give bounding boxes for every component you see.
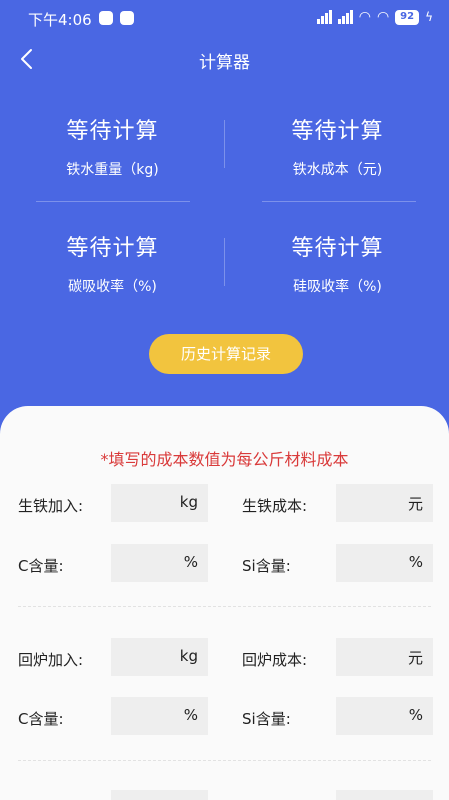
history-button[interactable]: 历史计算记录 [149,334,303,374]
notification-app-icon [99,11,113,25]
section-divider [18,760,431,761]
nav-bar: 计算器 [0,40,449,80]
unit-label: 元 [407,495,423,513]
pig-iron-carbon-label: C含量: [18,557,64,575]
result-value: 等待计算 [291,236,384,261]
result-carbon-absorption: 等待计算 碳吸收率（%) [0,230,225,296]
status-indicators: ◠ ◠ 92 ϟ [316,9,433,25]
unit-label: kg [179,493,198,511]
pig-iron-cost-label: 生铁成本: [242,497,308,515]
return-scrap-cost-input[interactable]: 元 [336,638,433,676]
pig-iron-carbon-input[interactable]: % [111,544,208,582]
notification-app-icon [120,11,134,25]
status-bar: 下午4:06 ◠ ◠ 92 ϟ [0,0,449,36]
pig-iron-silicon-label: Si含量: [242,557,291,575]
charging-icon: ϟ [425,10,433,24]
wifi-icon: ◠ [358,9,371,25]
wifi-icon: ◠ [376,9,390,25]
return-scrap-amount-label: 回炉加入: [18,651,84,669]
unit-label: kg [179,647,198,665]
battery-icon: 92 [395,9,420,25]
divider [224,120,225,168]
return-scrap-carbon-input[interactable]: % [111,697,208,735]
divider [262,201,416,202]
pig-iron-cost-input[interactable]: 元 [336,484,433,522]
result-silicon-absorption: 等待计算 硅吸收率（%) [225,230,449,296]
result-value: 等待计算 [66,119,159,144]
result-label: 铁水重量（kg) [66,162,159,178]
result-iron-cost: 等待计算 铁水成本（元) [225,113,449,179]
return-scrap-amount-input[interactable]: kg [111,638,208,676]
pig-iron-silicon-input[interactable]: % [336,544,433,582]
next-row-input[interactable] [111,790,208,800]
result-label: 铁水成本（元) [292,162,383,178]
divider [36,201,190,202]
return-scrap-silicon-label: Si含量: [242,710,291,728]
result-iron-weight: 等待计算 铁水重量（kg) [0,113,225,179]
result-value: 等待计算 [66,236,159,261]
result-label: 碳吸收率（%) [68,279,157,295]
header-panel: 下午4:06 ◠ ◠ 92 ϟ 计算器 等待计算 铁水重量（kg) 等待计算 铁… [0,0,449,440]
unit-label: % [408,553,423,571]
return-scrap-carbon-label: C含量: [18,710,64,728]
page-title: 计算器 [199,53,250,73]
result-value: 等待计算 [291,119,384,144]
pig-iron-amount-label: 生铁加入: [18,497,84,515]
return-scrap-silicon-input[interactable]: % [336,697,433,735]
input-card: *填写的成本数值为每公斤材料成本 生铁加入: kg 生铁成本: 元 C含量: %… [0,406,449,800]
section-divider [18,606,431,607]
unit-label: 元 [407,649,423,667]
unit-label: % [183,706,198,724]
result-label: 硅吸收率（%) [293,279,382,295]
signal-icon [316,10,332,24]
return-scrap-cost-label: 回炉成本: [242,651,308,669]
status-time: 下午4:06 [28,11,92,29]
unit-label: % [408,706,423,724]
signal-icon [337,10,353,24]
unit-label: % [183,553,198,571]
cost-notice: *填写的成本数值为每公斤材料成本 [100,450,349,469]
next-row-input[interactable] [336,790,433,800]
divider [224,238,225,286]
pig-iron-amount-input[interactable]: kg [111,484,208,522]
